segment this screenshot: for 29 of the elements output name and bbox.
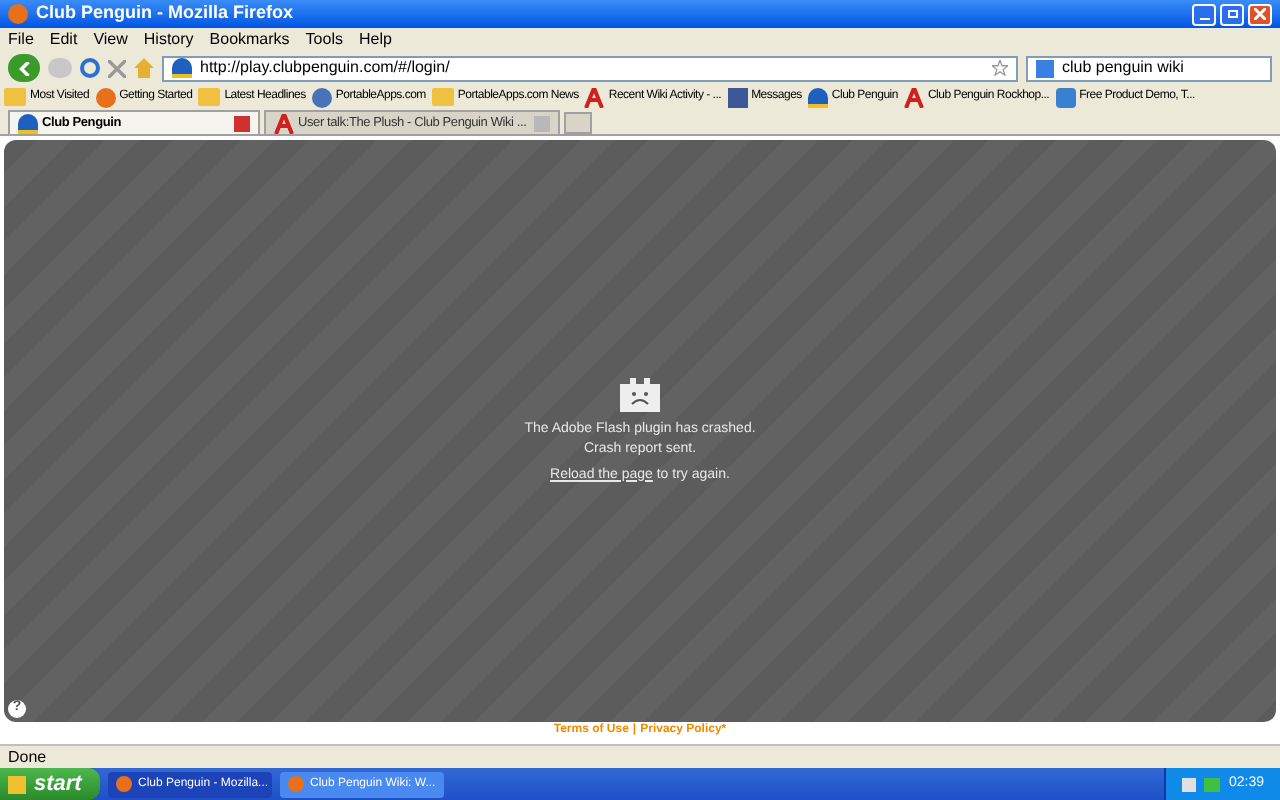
menu-item[interactable]: File xyxy=(8,28,34,52)
minimize-button[interactable] xyxy=(1192,3,1216,25)
menu-item[interactable]: Help xyxy=(358,28,392,52)
close-button[interactable] xyxy=(1248,3,1272,25)
folder-icon xyxy=(431,88,454,106)
address-field[interactable]: http://play.clubpenguin.com/#/login/ xyxy=(162,55,1018,81)
restore-icon xyxy=(1227,10,1237,18)
menu-item[interactable]: Tools xyxy=(305,28,343,52)
letter-a-icon xyxy=(903,87,924,107)
sad-plugin-icon xyxy=(620,375,660,412)
stop-icon[interactable] xyxy=(108,59,126,77)
letter-a-icon xyxy=(584,87,605,107)
close-tab-icon[interactable] xyxy=(234,115,250,131)
star-icon[interactable] xyxy=(992,60,1008,76)
restore-button[interactable] xyxy=(1220,3,1244,25)
new-tab-icon[interactable] xyxy=(564,112,593,134)
search-field[interactable]: club penguin wiki xyxy=(1026,55,1272,81)
letter-a-icon xyxy=(274,113,294,133)
folder-icon xyxy=(198,88,221,106)
menu-item[interactable]: History xyxy=(143,28,194,52)
folder-icon xyxy=(4,88,26,106)
window-title: Club Penguin - Mozilla Firefox xyxy=(36,0,294,27)
status-text: Done xyxy=(8,745,47,769)
menu-item[interactable]: View xyxy=(93,28,128,52)
menu-item[interactable]: Edit xyxy=(49,28,78,52)
close-icon xyxy=(1254,8,1266,20)
minimize-icon xyxy=(1199,17,1209,19)
menu-item[interactable]: Bookmarks xyxy=(209,28,290,52)
back-button[interactable] xyxy=(8,54,40,82)
